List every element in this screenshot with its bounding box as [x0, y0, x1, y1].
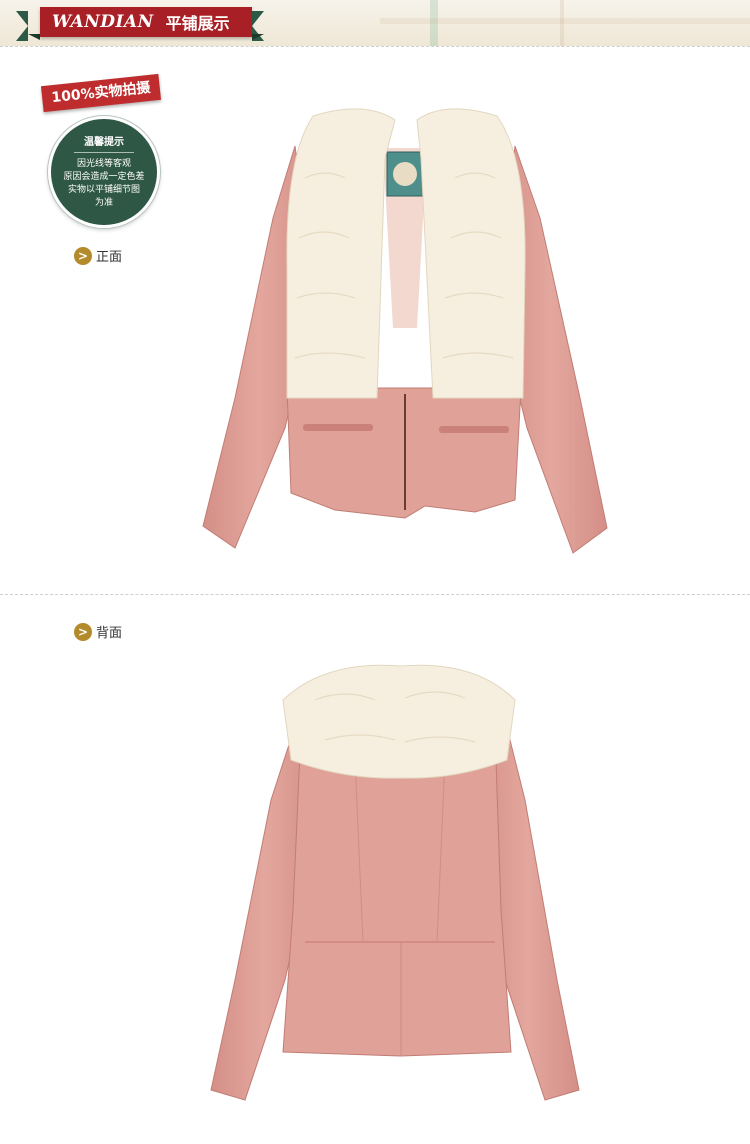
- tip-badge: 温馨提示 因光线等客观 原因会造成一定色差 实物以平铺细节图 为准: [48, 116, 160, 228]
- chevron-right-icon: >: [74, 622, 92, 641]
- section-ribbon: WANDIAN 平铺展示: [40, 7, 252, 37]
- brand-name: WANDIAN: [52, 12, 154, 32]
- ribbon-fold-right: [252, 34, 264, 40]
- tip-line: 为准: [94, 198, 113, 208]
- front-view-text: 正面: [96, 250, 123, 265]
- plaid-stripe: [380, 18, 750, 24]
- divider: [0, 594, 750, 595]
- tip-line: 实物以平铺细节图: [67, 185, 140, 195]
- back-view-text: 背面: [96, 626, 123, 641]
- tip-line: 因光线等客观: [76, 159, 131, 169]
- section-title: 平铺展示: [165, 14, 230, 33]
- back-view-label: > 背面: [74, 622, 122, 641]
- tip-separator: [74, 152, 134, 153]
- front-view-label: > 正面: [74, 246, 122, 265]
- coat-back-image: [210, 664, 580, 1101]
- real-photo-tag: 100%实物拍摄: [40, 73, 162, 113]
- tip-text: 因光线等客观 原因会造成一定色差 实物以平铺细节图 为准: [51, 158, 157, 210]
- tip-title: 温馨提示: [84, 137, 124, 148]
- ribbon-tail-left: [16, 11, 28, 41]
- ribbon-fold-left: [28, 34, 40, 40]
- coat-front-image: [202, 108, 608, 554]
- top-banner: WANDIAN 平铺展示: [0, 0, 750, 46]
- tip-line: 原因会造成一定色差: [63, 172, 145, 182]
- chevron-right-icon: >: [74, 246, 92, 265]
- divider: [0, 46, 750, 47]
